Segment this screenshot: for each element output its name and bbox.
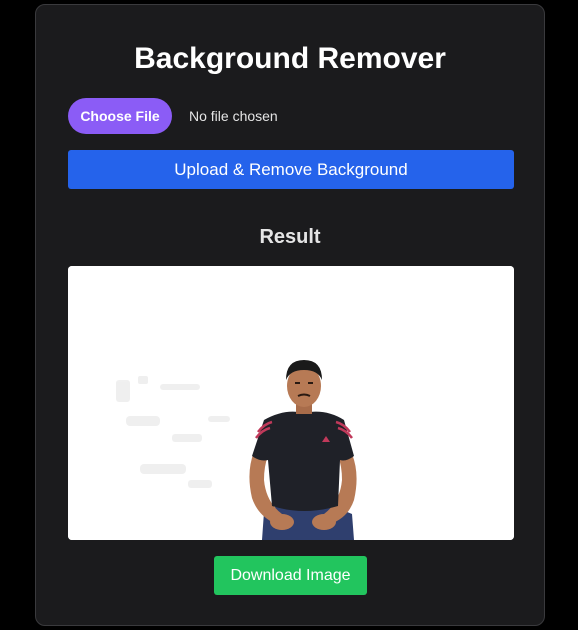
download-image-button[interactable]: Download Image <box>214 556 367 595</box>
result-image <box>68 266 514 540</box>
upload-remove-background-button[interactable]: Upload & Remove Background <box>68 150 514 189</box>
choose-file-button[interactable]: Choose File <box>68 98 172 134</box>
app-card: Background Remover Choose File No file c… <box>35 4 545 626</box>
person-photo-icon <box>68 266 514 540</box>
result-heading: Result <box>259 226 321 248</box>
file-input[interactable]: Choose File No file chosen <box>68 98 278 134</box>
file-status-text: No file chosen <box>189 108 278 124</box>
page-title: Background Remover <box>134 42 446 75</box>
